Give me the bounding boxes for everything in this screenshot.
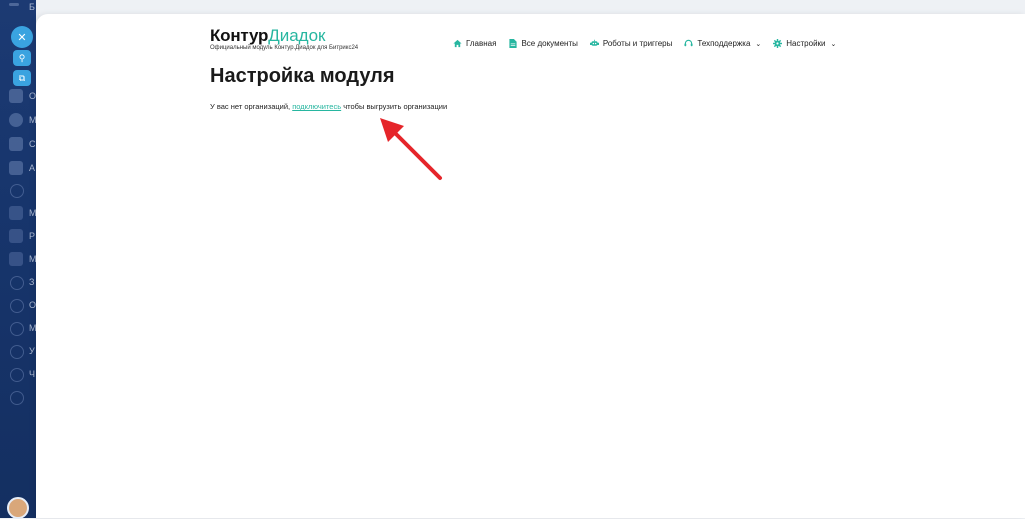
nav-documents[interactable]: Все документы [508, 39, 578, 48]
message-before: У вас нет организаций, [210, 102, 291, 111]
chevron-down-icon: ⌄ [755, 40, 762, 48]
nav-home-label: Главная [466, 39, 497, 48]
no-organizations-message: У вас нет организаций, подключитесь чтоб… [210, 102, 447, 111]
sidebar-letter: Б [29, 2, 35, 12]
sidebar-letter: У [29, 346, 35, 356]
close-icon[interactable]: ✕ [11, 26, 33, 48]
link-icon[interactable]: ⚲ [13, 50, 31, 66]
headset-icon [684, 39, 693, 48]
menu-icon[interactable] [9, 3, 19, 6]
brand-main: Контур [210, 26, 269, 45]
brand-accent: Диадок [268, 26, 326, 45]
top-nav: Главная Все документы Роботы и триггеры … [453, 39, 836, 48]
document-icon [508, 39, 517, 48]
sidebar-letter: Ч [29, 369, 35, 379]
left-sidebar: Б ✕ ⚲ ⧉ О М С А М Р М З О М У Ч [0, 0, 37, 519]
robot-icon [589, 39, 599, 48]
calendar-icon[interactable] [9, 89, 23, 103]
home-icon [453, 39, 462, 48]
apps-icon[interactable] [9, 161, 23, 175]
nav-robots-label: Роботы и триггеры [602, 39, 673, 48]
sidebar-item-icon[interactable] [10, 345, 24, 359]
brand-logo: КонтурДиадок Официальный модуль Контур.Д… [210, 26, 358, 51]
sidebar-item-icon[interactable] [10, 322, 24, 336]
red-arrow-annotation [380, 118, 442, 180]
sidebar-item-icon[interactable] [10, 276, 24, 290]
market-icon[interactable] [9, 206, 23, 220]
chevron-down-icon: ⌄ [830, 40, 837, 48]
handshake-icon[interactable] [9, 252, 23, 266]
sidebar-item-icon[interactable] [10, 391, 24, 405]
sidebar-letter: А [29, 163, 36, 173]
sidebar-letter: Р [29, 231, 36, 241]
code-icon[interactable] [9, 229, 23, 243]
gear-icon [773, 39, 783, 48]
message-after: чтобы выгрузить организации [343, 102, 448, 111]
sidebar-letter: О [29, 91, 37, 101]
sidebar-letter: З [29, 277, 35, 287]
open-external-icon[interactable]: ⧉ [13, 70, 31, 86]
crm-icon[interactable] [9, 137, 23, 151]
nav-settings-label: Настройки [786, 39, 826, 48]
nav-support[interactable]: Техподдержка ⌄ [684, 39, 761, 48]
nav-home[interactable]: Главная [453, 39, 496, 48]
connect-link[interactable]: подключитесь [292, 102, 341, 111]
module-panel: КонтурДиадок Официальный модуль Контур.Д… [36, 14, 1025, 518]
sidebar-item-icon[interactable] [10, 299, 24, 313]
avatar[interactable] [7, 497, 29, 519]
sidebar-letter: О [29, 300, 37, 310]
sidebar-item-icon[interactable] [10, 368, 24, 382]
messenger-icon[interactable] [9, 113, 23, 127]
nav-robots[interactable]: Роботы и триггеры [589, 39, 673, 48]
nav-documents-label: Все документы [521, 39, 578, 48]
brand-subtitle: Официальный модуль Контур.Диадок для Бит… [210, 45, 359, 51]
nav-support-label: Техподдержка [697, 39, 751, 48]
nav-settings[interactable]: Настройки ⌄ [773, 39, 836, 48]
page-title: Настройка модуля [210, 65, 395, 87]
sidebar-letter: С [29, 139, 36, 149]
sidebar-item-icon[interactable] [10, 184, 24, 198]
